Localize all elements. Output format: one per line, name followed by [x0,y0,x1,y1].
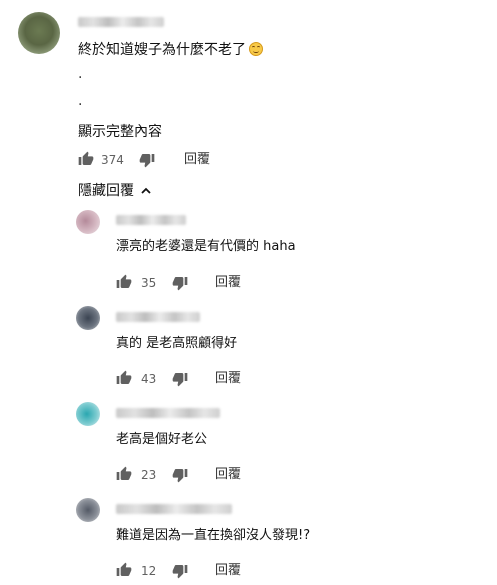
thumbs-down-icon[interactable] [172,467,188,487]
show-full-content-link[interactable]: 顯示完整內容 [78,121,162,141]
comment-line-dot: . [78,93,83,109]
comment-text: 終於知道嫂子為什麼不老了 [78,41,263,59]
thumbs-down-icon[interactable] [139,152,155,172]
thumbs-up-icon[interactable] [78,151,94,171]
avatar[interactable] [76,498,100,522]
like-count: 35 [141,276,157,290]
author-name-blurred[interactable] [116,215,186,225]
reply-button[interactable]: 回覆 [184,153,210,167]
thumbs-up-icon[interactable] [116,370,132,390]
author-name-blurred[interactable] [116,504,232,514]
author-name-blurred[interactable] [78,17,164,27]
reply-button[interactable]: 回覆 [215,564,241,578]
author-name-blurred[interactable] [116,312,200,322]
thumbs-up-icon[interactable] [116,466,132,486]
reply-text: 難道是因為一直在換卻沒人發現!? [116,528,311,543]
thumbs-down-icon[interactable] [172,371,188,391]
like-count: 23 [141,468,157,482]
reply-text: 真的 是老高照顧得好 [116,336,238,351]
comment-line-dot: . [78,66,83,82]
reply-text: 老高是個好老公 [116,432,208,447]
like-count: 374 [101,153,124,167]
avatar[interactable] [76,210,100,234]
like-count: 43 [141,372,157,386]
thumbs-down-icon[interactable] [172,275,188,295]
reply-text: 漂亮的老婆還是有代價的 haha [116,239,296,254]
hide-replies-toggle[interactable]: 隱藏回覆 [78,180,152,200]
chevron-up-icon [141,182,152,198]
reply-button[interactable]: 回覆 [215,372,241,386]
thumbs-up-icon[interactable] [116,274,132,294]
smiling-face-icon [249,42,263,56]
like-count: 12 [141,564,157,578]
author-name-blurred[interactable] [116,408,220,418]
thumbs-down-icon[interactable] [172,563,188,583]
avatar[interactable] [18,12,60,54]
comment-text-content: 終於知道嫂子為什麼不老了 [78,42,246,58]
avatar[interactable] [76,306,100,330]
avatar[interactable] [76,402,100,426]
thumbs-up-icon[interactable] [116,562,132,582]
hide-replies-label: 隱藏回覆 [78,183,134,199]
reply-button[interactable]: 回覆 [215,468,241,482]
reply-button[interactable]: 回覆 [215,276,241,290]
